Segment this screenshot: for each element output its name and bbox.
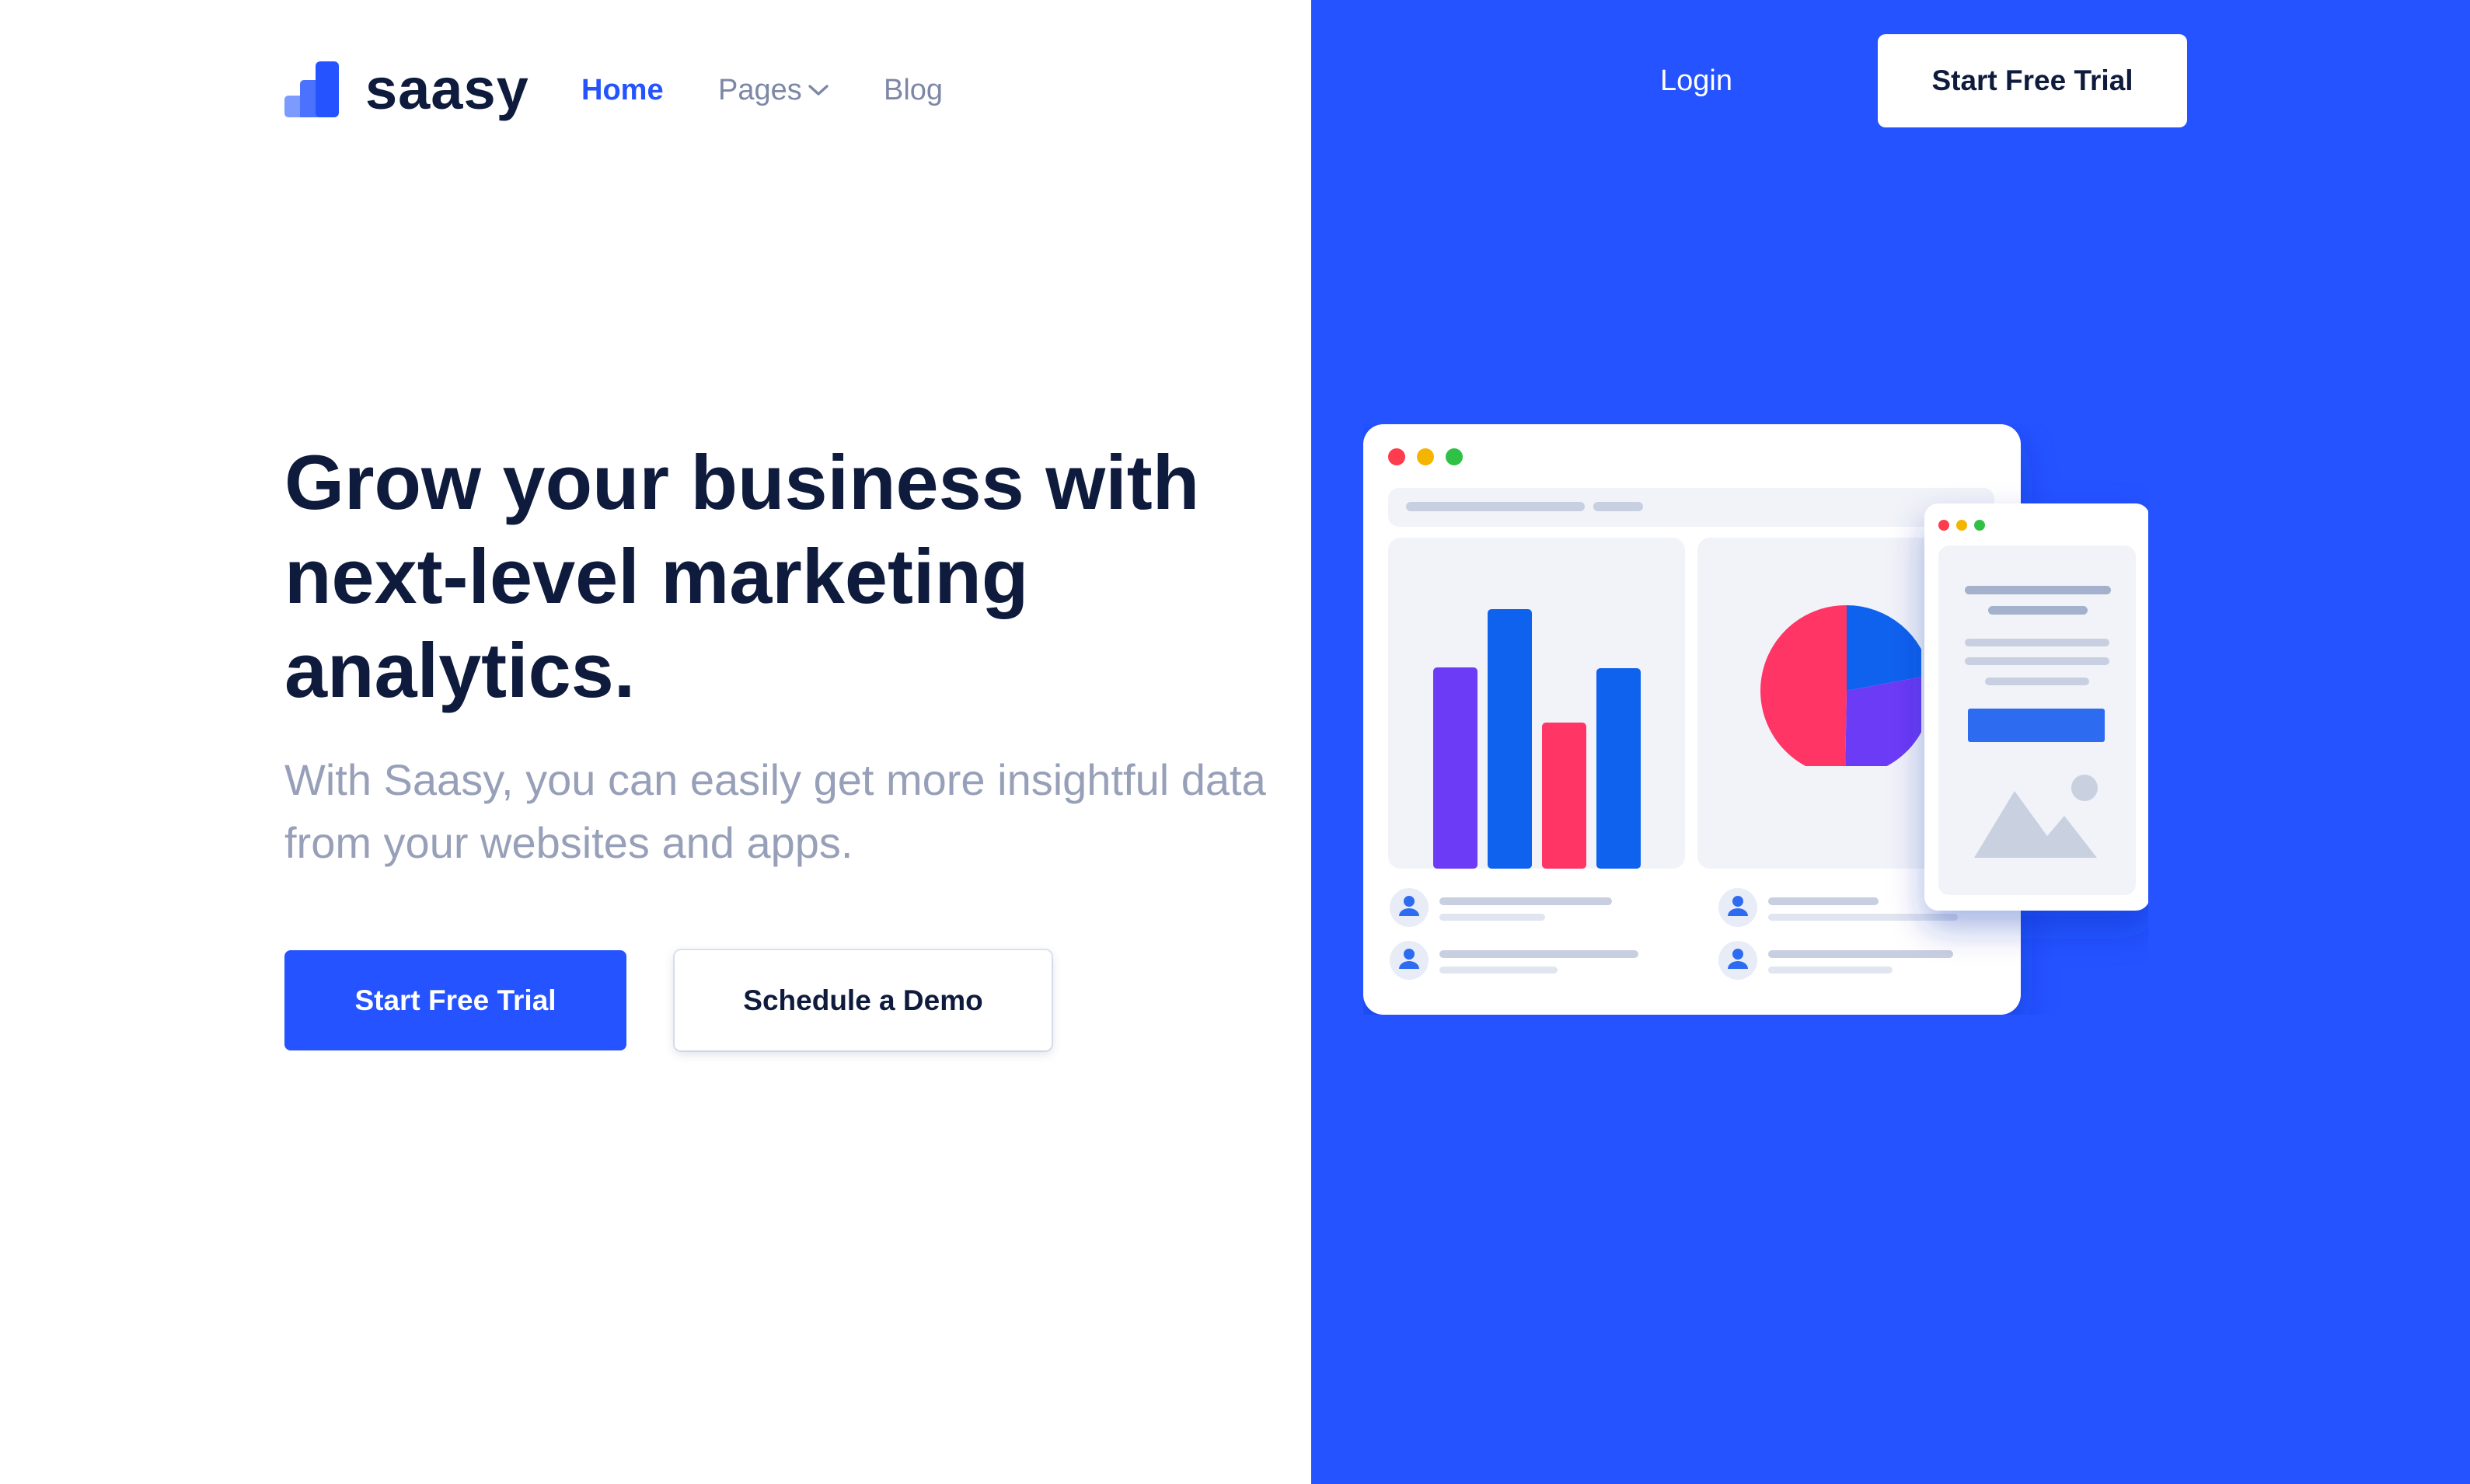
schedule-demo-button[interactable]: Schedule a Demo	[675, 950, 1052, 1050]
brand-logo[interactable]: saasy	[284, 61, 529, 118]
pie-chart-icon	[1760, 604, 1921, 766]
nav-pages-label: Pages	[718, 74, 802, 106]
logo-mark-icon	[284, 61, 339, 117]
nav-blog-link[interactable]: Blog	[884, 71, 943, 109]
brand-name: saasy	[365, 57, 529, 121]
chevron-down-icon	[808, 85, 829, 96]
start-free-trial-button-header[interactable]: Start Free Trial	[1878, 34, 2187, 127]
nav-home-link[interactable]: Home	[581, 71, 664, 109]
hero-title: Grow your business with next-level marke…	[284, 439, 1200, 713]
mobile-window-mockup	[1924, 503, 2148, 911]
dashboard-illustration	[1363, 424, 2148, 1015]
login-link[interactable]: Login	[1660, 62, 1732, 99]
browser-window-mockup	[1363, 424, 2021, 1015]
hero-subtitle: With Saasy, you can easily get more insi…	[284, 755, 1266, 867]
start-free-trial-button[interactable]: Start Free Trial	[284, 950, 626, 1050]
nav-pages-dropdown[interactable]: Pages	[718, 71, 829, 109]
